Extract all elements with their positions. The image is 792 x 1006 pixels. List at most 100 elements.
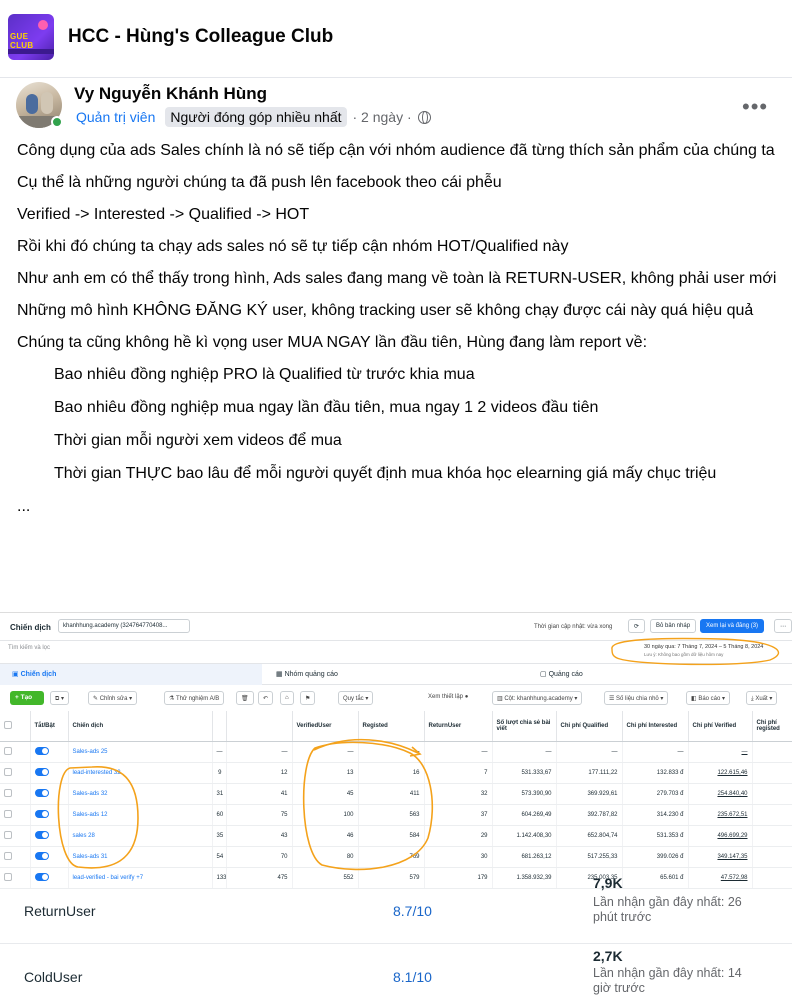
toggle-switch [30, 825, 69, 847]
cell-reg_cost: 235.672,51 [688, 804, 753, 826]
edit-button: ✎ Chỉnh sửa ▾ [88, 691, 138, 705]
date-range-note: Lưu ý: Không bao gồm dữ liệu hôm nay [644, 652, 724, 657]
flag-icon: ⚑ [300, 691, 316, 705]
thumbnail-text: GUE CLUB [10, 32, 34, 50]
post-paragraph: Như anh em có thể thấy trong hình, Ads s… [17, 270, 777, 287]
more-icon: ⋯ [774, 619, 792, 633]
breakdown-label: Số liệu chia nhỏ [616, 696, 659, 702]
tag-icon: ⌂ [280, 691, 294, 705]
account-selector: khanhhung.academy (324764770408... [58, 619, 190, 633]
refresh-icon: ⟳ [628, 619, 646, 633]
cell-interested: 177.111,22 [556, 762, 623, 784]
group-thumbnail[interactable]: GUE CLUB [8, 14, 54, 60]
cell-reg_cost: — [688, 741, 753, 763]
cell-return-cost [752, 741, 792, 763]
toggle-switch [30, 804, 69, 826]
cell-ver_cost: 279.703 đ [622, 783, 689, 805]
cell-c1: 9 [212, 762, 227, 784]
cell-return: 411 [358, 783, 425, 805]
cell-interested: 517.255,33 [556, 846, 623, 868]
cell-return: — [358, 741, 425, 763]
cell-registed: 13 [292, 762, 359, 784]
post-paragraph: Chúng ta cũng không hề kì vọng user MUA … [17, 334, 648, 351]
ads-toolbar: + Tạo ⧉ ▾ ✎ Chỉnh sửa ▾ ⚗ Thử nghiệm A/B… [0, 687, 792, 709]
breakdown-button: ☰ Số liệu chia nhỏ ▾ [604, 691, 669, 705]
campaign-name: Sales-ads 25 [68, 741, 213, 763]
cell-c1: — [212, 741, 227, 763]
select-all-checkbox [0, 711, 31, 742]
cell-return-cost [752, 783, 792, 805]
cell-qualified: 604.269,49 [492, 804, 557, 826]
delete-icon: 🗑 [236, 691, 254, 705]
tab-label: Chiến dịch [20, 671, 57, 678]
post-bullet: Thời gian THỰC bao lâu để mỗi người quyế… [54, 465, 717, 482]
post-bullet: Thời gian mỗi người xem videos để mua [54, 432, 342, 449]
cell-c1: 31 [212, 783, 227, 805]
post-paragraph: Những mô hình KHÔNG ĐĂNG KÝ user, không … [17, 302, 754, 319]
cell-verified: 43 [226, 825, 293, 847]
ab-test-button: ⚗ Thử nghiệm A/B [164, 691, 225, 705]
campaign-table: Tắt/Bật Chiến dịch VerifiedUser Registed… [0, 711, 792, 889]
post-time[interactable]: · 2 ngày · [353, 109, 412, 125]
group-name[interactable]: HCC - Hùng's Colleague Club [68, 26, 333, 48]
cell-return-cost [752, 762, 792, 784]
cell-ver_cost: — [622, 741, 689, 763]
group-header: GUE CLUB HCC - Hùng's Colleague Club [0, 0, 792, 78]
discard-draft-button: Bỏ bản nháp [650, 619, 697, 633]
cell-registed: 45 [292, 783, 359, 805]
rating-row-cold-user: ColdUser 8.1/10 2,7K Lần nhận gần đây nh… [0, 943, 792, 1005]
table-row: Sales-ads 32 31 41 45 411 32 573.390,90 369.929… [0, 783, 792, 805]
rating-count: 2,7K [593, 948, 623, 964]
post-paragraph: Công dụng của ads Sales chính là nó sẽ t… [17, 142, 775, 159]
thumbnail-decoration [8, 49, 54, 54]
ab-label: Thử nghiệm A/B [175, 696, 220, 702]
post-image[interactable]: Chiến dịch khanhhung.academy (3247647704… [0, 612, 792, 1006]
duplicate-icon: ⧉ ▾ [50, 691, 69, 705]
rating-score: 8.7/10 [393, 903, 432, 919]
role-badge[interactable]: Quản trị viên [72, 109, 159, 125]
cell-shares: 29 [424, 825, 493, 847]
col-header: Chi phí Verified [688, 711, 753, 742]
campaign-name: Sales-ads 31 [68, 846, 213, 868]
rating-label: ReturnUser [24, 903, 96, 919]
rating-count: 7,9K [593, 875, 623, 891]
author-name[interactable]: Vy Nguyễn Khánh Hùng [74, 84, 267, 104]
campaign-name: Sales-ads 32 [68, 783, 213, 805]
cell-qualified: 681.263,12 [492, 846, 557, 868]
table-row: Sales-ads 25— — — — — — — — — [0, 741, 792, 763]
cell-shares: 7 [424, 762, 493, 784]
columns-button: ▥ Cột: khanhhung.academy ▾ [492, 691, 583, 705]
cell-return: 16 [358, 762, 425, 784]
rating-score: 8.1/10 [393, 969, 432, 985]
cell-qualified: 1.142.408,30 [492, 825, 557, 847]
col-header: Chi phí Qualified [556, 711, 623, 742]
privacy-globe-icon[interactable] [417, 110, 431, 124]
avatar-figure [26, 94, 38, 114]
row-checkbox [0, 846, 31, 868]
export-button: ⤓ Xuất ▾ [746, 691, 778, 705]
post-ellipsis: ... [17, 498, 31, 515]
cell-return: 563 [358, 804, 425, 826]
view-setting: Xem thiết lập ● [428, 694, 469, 700]
campaign-name: lead-interested 32 [68, 762, 213, 784]
post-bullet: Bao nhiêu đồng nghiệp PRO là Qualified t… [54, 366, 475, 383]
cell-reg_cost: 496.699,29 [688, 825, 753, 847]
rating-last-received: Lần nhận gần đây nhất: 26 phút trước [593, 895, 742, 924]
cell-return-cost [752, 846, 792, 868]
cell-return: 769 [358, 846, 425, 868]
cell-interested: — [556, 741, 623, 763]
create-button: + Tạo [10, 691, 44, 705]
avatar-figure [41, 92, 53, 114]
more-options-icon[interactable]: ••• [742, 94, 768, 120]
col-header [212, 711, 227, 742]
col-header: Chi phí registed [752, 711, 792, 742]
export-label: Xuất [755, 696, 768, 702]
cell-registed: 100 [292, 804, 359, 826]
tab-campaigns: ▣ Chiến dịch [12, 671, 57, 678]
post-paragraph: Verified -> Interested -> Qualified -> H… [17, 206, 310, 223]
contributor-badge[interactable]: Người đóng góp nhiều nhất [165, 107, 347, 127]
cell-c1: 54 [212, 846, 227, 868]
cell-c1: 60 [212, 804, 227, 826]
date-range: 30 ngày qua: 7 Tháng 7, 2024 – 5 Tháng 8… [640, 642, 786, 660]
thumbnail-decoration [38, 20, 48, 30]
